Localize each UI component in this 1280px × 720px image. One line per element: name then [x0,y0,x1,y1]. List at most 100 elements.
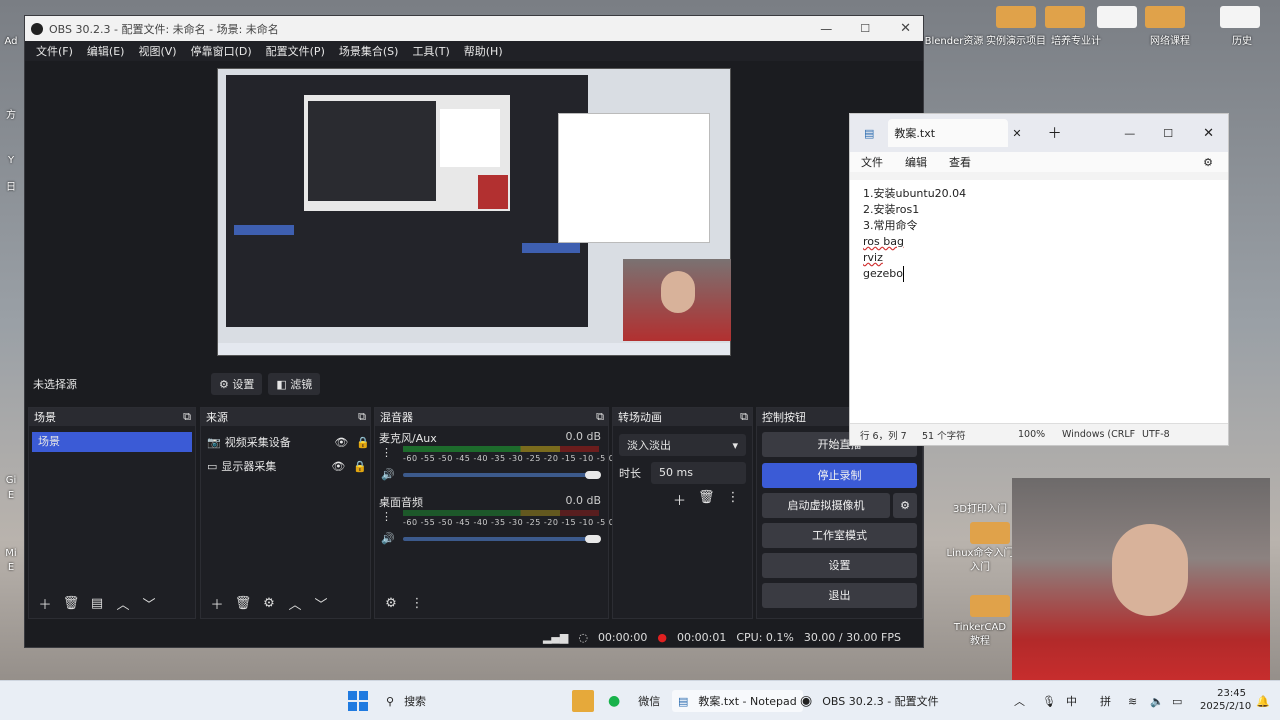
taskbar-search[interactable]: ⚲ 搜索 [386,690,426,712]
desktop-folder-icon[interactable] [996,6,1036,28]
source-filters-button[interactable]: ◧ 滤镜 [268,373,321,395]
mic-volume-slider[interactable] [403,473,599,477]
studio-mode-button[interactable]: 工作室模式 [762,523,917,548]
notepad-icon: ▤ [678,694,689,708]
advanced-audio-icon[interactable]: ⚙ [381,596,401,611]
menu-view[interactable]: 视图(V) [131,43,183,59]
notepad-menu-bar: 文件 编辑 查看 ⚙ [850,152,1228,172]
desktop-folder-icon[interactable] [1045,6,1085,28]
taskbar-obs[interactable]: ◉ OBS 30.2.3 - 配置文件 [800,690,939,712]
search-icon: ⚲ [386,694,395,708]
maximize-icon[interactable]: ☐ [1163,127,1173,140]
remove-scene-icon[interactable]: 🗑 [61,596,81,611]
volume-icon[interactable]: 🔈 [1150,690,1164,712]
file-explorer-icon[interactable] [572,690,594,712]
visibility-eye-icon[interactable]: 👁 [334,436,348,449]
scene-list-item[interactable]: 场景 [32,432,192,452]
move-up-icon[interactable]: ︿ [285,594,305,613]
close-tab-icon[interactable]: ✕ [1012,127,1021,140]
virtual-camera-settings-icon[interactable]: ⚙ [893,493,917,518]
visibility-eye-icon[interactable]: 👁 [331,460,345,473]
desktop-file-icon[interactable] [1220,6,1260,28]
add-transition-icon[interactable]: ＋ [673,490,686,509]
desktop-file-icon[interactable] [1097,6,1137,28]
wifi-icon[interactable]: ≋ [1128,690,1137,712]
move-down-icon[interactable]: ﹀ [139,594,159,613]
desktop-volume-slider[interactable] [403,537,599,541]
notepad-menu-edit[interactable]: 编辑 [894,154,938,170]
dock-undock-icon[interactable]: ⧉ [183,410,191,424]
exit-button[interactable]: 退出 [762,583,917,608]
remove-transition-icon[interactable]: 🗑 [698,490,715,509]
desktop-folder-icon[interactable] [970,595,1010,617]
mic-volume-knob[interactable] [585,471,601,479]
dock-undock-icon[interactable]: ⧉ [358,410,366,424]
menu-profile[interactable]: 配置文件(P) [259,43,332,59]
notepad-menu-view[interactable]: 查看 [938,154,982,170]
ime-pinyin-indicator[interactable]: 拼 [1100,690,1111,712]
clock[interactable]: 23:45 2025/2/10 [1200,687,1251,713]
scene-filters-icon[interactable]: ▤ [87,596,107,611]
menu-scene-collection[interactable]: 场景集合(S) [332,43,406,59]
notification-bell-icon[interactable]: 🔔 [1256,690,1270,712]
remove-source-icon[interactable]: 🗑 [233,596,253,611]
microphone-icon[interactable]: 🎙 [1042,690,1056,712]
move-down-icon[interactable]: ﹀ [311,594,331,613]
maximize-icon[interactable]: ☐ [860,22,870,35]
notepad-text-area[interactable]: 1.安装ubuntu20.04 2.安装ros1 3.常用命令 ros bag … [850,180,1228,425]
desktop-label: Blender资源 [924,36,984,47]
lock-icon[interactable]: 🔒 [356,436,370,449]
transition-menu-icon[interactable]: ⋮ [727,490,740,509]
source-item[interactable]: 📷 视频采集设备 👁 🔒 [201,430,370,454]
menu-file[interactable]: 文件(F) [29,43,80,59]
minimize-icon[interactable]: — [820,22,832,36]
settings-button[interactable]: 设置 [762,553,917,578]
notepad-menu-file[interactable]: 文件 [850,154,894,170]
channel-menu-icon[interactable]: ⋮ [381,446,392,459]
menu-docks[interactable]: 停靠窗口(D) [184,43,259,59]
menu-help[interactable]: 帮助(H) [457,43,510,59]
minimize-icon[interactable]: — [1124,127,1135,140]
source-item[interactable]: ▭ 显示器采集 👁 🔒 [201,454,370,478]
dock-undock-icon[interactable]: ⧉ [740,410,748,424]
move-up-icon[interactable]: ︿ [113,594,133,613]
duration-input[interactable]: 50 ms [651,462,746,484]
desktop-label: Linux命令入门 [946,548,1014,559]
menu-edit[interactable]: 编辑(E) [80,43,132,59]
dock-undock-icon[interactable]: ⧉ [596,410,604,424]
speaker-icon[interactable]: 🔊 [381,532,395,545]
desktop-label: 培养专业计 [1051,36,1101,47]
desktop-label: 历史 [1232,36,1252,47]
mixer-toolbar: ⚙ ⋮ [375,592,608,614]
gear-icon[interactable]: ⚙ [1192,156,1224,169]
desktop-folder-icon[interactable] [970,522,1010,544]
stop-recording-button[interactable]: 停止录制 [762,463,917,488]
desktop-label: 日 [6,182,16,193]
close-icon[interactable]: ✕ [1203,126,1214,141]
start-virtual-camera-button[interactable]: 启动虚拟摄像机 [762,493,890,518]
notepad-tab[interactable]: 教案.txt [888,119,1009,147]
mixer-menu-icon[interactable]: ⋮ [407,596,427,611]
mixer-title: 混音器 [380,411,413,424]
desktop-folder-icon[interactable] [1145,6,1185,28]
battery-icon[interactable]: ▭ [1172,690,1182,712]
source-settings-button[interactable]: ⚙ 设置 [211,373,263,395]
preview-canvas[interactable] [217,68,731,356]
close-icon[interactable]: ✕ [900,21,911,36]
lock-icon[interactable]: 🔒 [353,460,367,473]
mic-level-meter [403,446,599,452]
transition-select[interactable]: 淡入淡出 ▾ [619,434,746,456]
start-button[interactable] [348,691,368,711]
add-source-icon[interactable]: ＋ [207,594,227,613]
menu-tools[interactable]: 工具(T) [405,43,456,59]
speaker-icon[interactable]: 🔊 [381,468,395,481]
channel-menu-icon[interactable]: ⋮ [381,510,392,523]
add-scene-icon[interactable]: ＋ [35,594,55,613]
new-tab-icon[interactable]: ＋ [1048,123,1062,143]
taskbar-wechat[interactable]: ● 微信 [608,690,660,712]
source-properties-icon[interactable]: ⚙ [259,596,279,611]
ime-mode-indicator[interactable]: 中 [1066,690,1077,712]
taskbar-notepad[interactable]: ▤ 教案.txt - Notepad [672,690,803,712]
tray-chevron-up-icon[interactable]: ︿ [1014,690,1025,712]
desktop-volume-knob[interactable] [585,535,601,543]
